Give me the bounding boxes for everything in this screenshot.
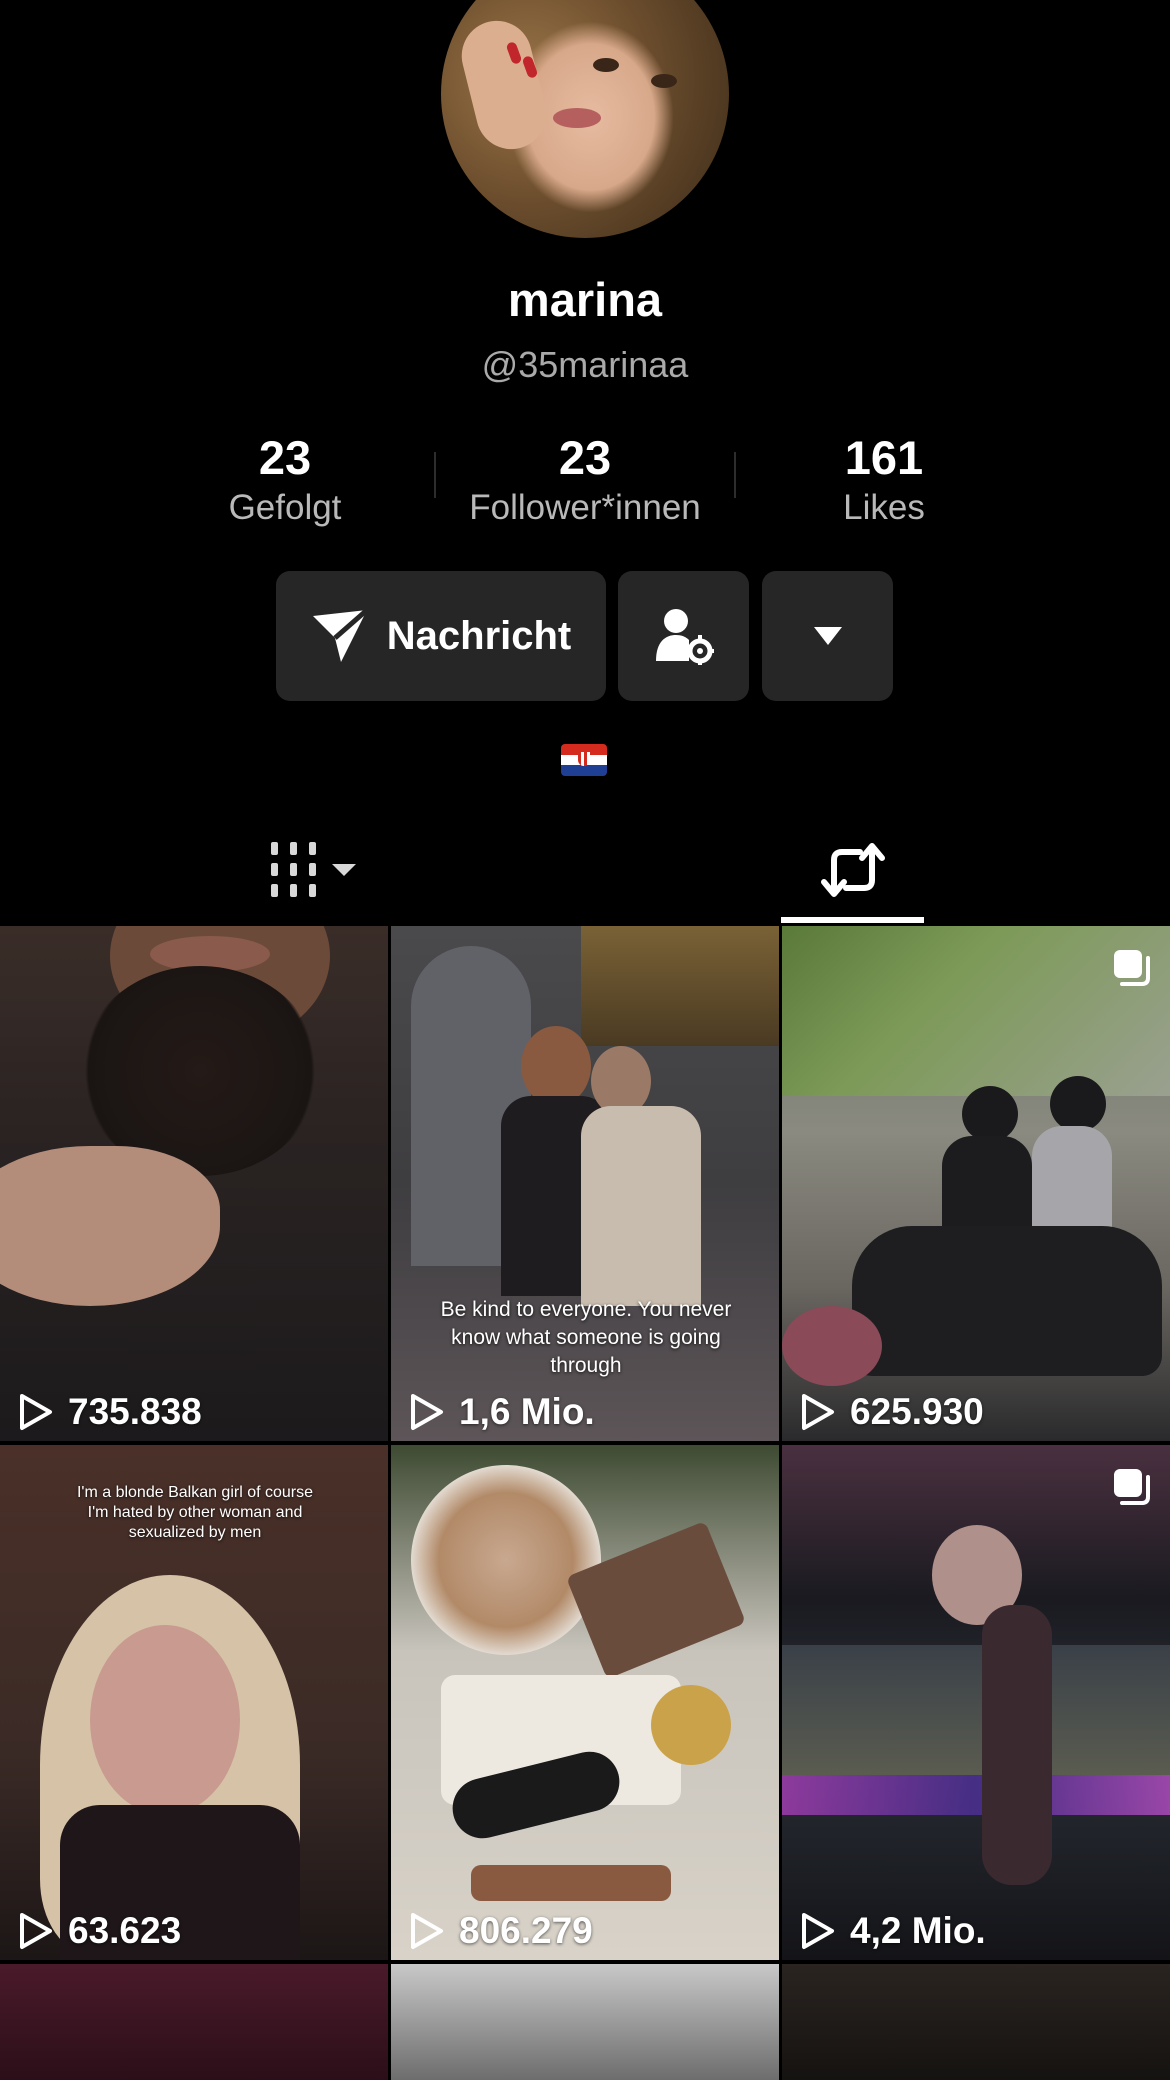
thumb-beard bbox=[80, 966, 320, 1176]
grid-bars-icon bbox=[271, 842, 356, 897]
thumb-helmet bbox=[1050, 1076, 1106, 1132]
stat-following-label: Gefolgt bbox=[228, 488, 342, 527]
message-button-label: Nachricht bbox=[386, 613, 572, 658]
play-icon bbox=[802, 1913, 834, 1949]
view-count: 625.930 bbox=[800, 1391, 984, 1433]
avatar-hand bbox=[454, 13, 554, 157]
video-tile[interactable] bbox=[782, 1964, 1170, 2080]
triangle-down-icon bbox=[813, 627, 842, 645]
view-count: 735.838 bbox=[18, 1391, 202, 1433]
avatar-eye bbox=[651, 74, 677, 88]
play-icon bbox=[411, 1394, 443, 1430]
video-tile[interactable]: I'm a blonde Balkan girl of course I'm h… bbox=[0, 1445, 388, 1960]
croatia-flag-icon bbox=[561, 744, 607, 776]
thumb-face bbox=[90, 1625, 240, 1815]
thumb-windshield bbox=[782, 1645, 1170, 1775]
more-options-button[interactable] bbox=[762, 571, 893, 701]
stat-followers-value: 23 bbox=[558, 431, 612, 484]
stat-likes-label: Likes bbox=[843, 488, 925, 527]
multi-image-icon bbox=[1114, 950, 1150, 986]
stat-likes[interactable]: 161 Likes bbox=[734, 430, 1034, 530]
stat-followers[interactable]: 23 Follower*innen bbox=[435, 430, 735, 530]
user-gear-icon bbox=[655, 609, 714, 665]
multi-image-icon bbox=[1114, 1469, 1150, 1505]
video-tile[interactable]: 4,2 Mio. bbox=[782, 1445, 1170, 1960]
thumb-hand bbox=[0, 1146, 220, 1306]
thumb-arm bbox=[982, 1605, 1052, 1885]
thumb-person bbox=[581, 1106, 701, 1306]
display-name: marina bbox=[507, 273, 663, 326]
video-tile[interactable] bbox=[0, 1964, 388, 2080]
play-icon bbox=[802, 1394, 834, 1430]
thumb-window bbox=[581, 926, 779, 1046]
video-tile[interactable]: Be kind to everyone. You never know what… bbox=[391, 926, 779, 1441]
tab-videos-grid[interactable] bbox=[256, 820, 376, 920]
thumb-lipgloss bbox=[471, 1865, 671, 1901]
thumb-helmet bbox=[962, 1086, 1018, 1142]
video-tile[interactable] bbox=[391, 1964, 779, 2080]
stat-divider bbox=[734, 452, 736, 498]
thumb-compact bbox=[651, 1685, 731, 1765]
thumb-person bbox=[521, 1026, 591, 1106]
stat-followers-label: Follower*innen bbox=[469, 488, 701, 527]
thumb-scooter bbox=[852, 1226, 1162, 1376]
view-count: 4,2 Mio. bbox=[800, 1910, 986, 1952]
play-icon bbox=[20, 1913, 52, 1949]
profile-stats: 23 Gefolgt 23 Follower*innen 161 Likes bbox=[0, 430, 1170, 540]
view-count: 806.279 bbox=[409, 1910, 593, 1952]
stat-likes-value: 161 bbox=[844, 431, 924, 484]
view-count: 1,6 Mio. bbox=[409, 1391, 595, 1433]
follow-settings-button[interactable] bbox=[618, 571, 749, 701]
play-icon bbox=[20, 1394, 52, 1430]
video-caption: Be kind to everyone. You never know what… bbox=[440, 1298, 732, 1377]
active-tab-indicator bbox=[781, 917, 924, 923]
message-button[interactable]: Nachricht bbox=[276, 571, 606, 701]
repost-icon bbox=[820, 843, 885, 897]
video-tile[interactable]: 735.838 bbox=[0, 926, 388, 1441]
username-handle: @35marinaa bbox=[481, 344, 689, 385]
video-tile[interactable]: 806.279 bbox=[391, 1445, 779, 1960]
thumb-ambient-light bbox=[782, 1775, 1170, 1815]
tab-reposts[interactable] bbox=[781, 820, 924, 920]
stat-following-value: 23 bbox=[258, 431, 312, 484]
stat-divider bbox=[434, 452, 436, 498]
stat-following[interactable]: 23 Gefolgt bbox=[135, 430, 435, 530]
avatar-eye bbox=[593, 58, 619, 72]
profile-avatar[interactable] bbox=[441, 0, 729, 238]
thumb-cup bbox=[411, 1465, 601, 1655]
view-count: 63.623 bbox=[18, 1910, 181, 1952]
video-tile[interactable]: 625.930 bbox=[782, 926, 1170, 1441]
video-caption: I'm a blonde Balkan girl of course I'm h… bbox=[76, 1484, 314, 1541]
send-icon bbox=[312, 608, 369, 662]
play-icon bbox=[411, 1913, 443, 1949]
avatar-lips bbox=[553, 108, 601, 128]
thumb-flowers bbox=[782, 1306, 882, 1386]
